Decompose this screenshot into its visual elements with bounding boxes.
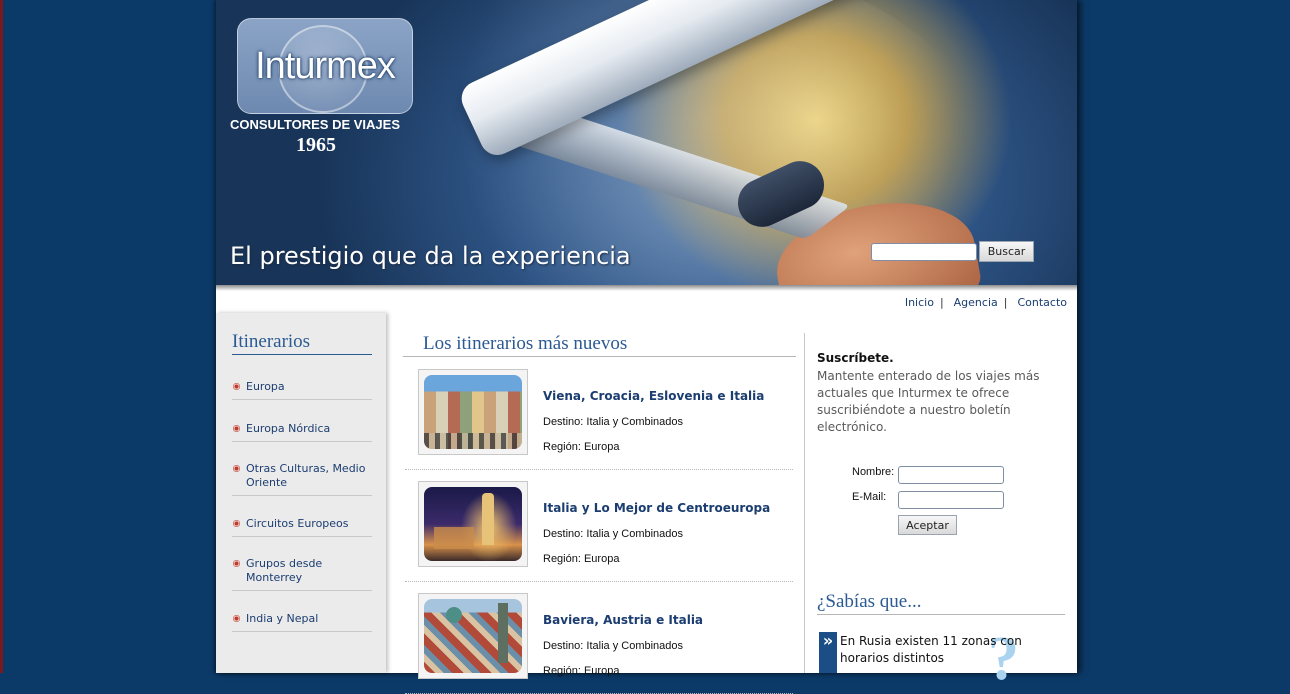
- trip-card: Baviera, Austria e Italia Destino: Itali…: [405, 593, 793, 694]
- colorful-townhouses-photo: [424, 375, 522, 449]
- trip-destination: Destino: Italia y Combinados: [543, 416, 684, 428]
- sidebar-item-label: Grupos desde Monterrey: [246, 557, 323, 584]
- trip-thumbnail[interactable]: [418, 481, 528, 567]
- slogan: El prestigio que da la experiencia: [230, 242, 631, 270]
- trip-destination: Destino: Italia y Combinados: [543, 640, 684, 652]
- column-divider: [804, 333, 805, 673]
- sidebar-item-label: Europa Nórdica: [246, 422, 331, 435]
- trip-region: Región: Europa: [543, 665, 620, 677]
- night-city-photo: [424, 487, 522, 561]
- sidebar-item-label: India y Nepal: [246, 612, 319, 625]
- accept-button[interactable]: Aceptar: [898, 515, 957, 535]
- trip-title-link[interactable]: Viena, Croacia, Eslovenia e Italia: [543, 389, 764, 403]
- name-field[interactable]: [898, 466, 1004, 484]
- email-field[interactable]: [898, 491, 1004, 509]
- sidebar-item-label: Circuitos Europeos: [246, 517, 349, 530]
- sidebar-item-europa[interactable]: Europa: [232, 380, 372, 400]
- nav-link-agencia[interactable]: Agencia: [954, 296, 998, 309]
- nav-separator: |: [939, 296, 944, 309]
- nav-link-inicio[interactable]: Inicio: [905, 296, 934, 309]
- sidebar-title: Itinerarios: [232, 331, 372, 355]
- bullet-icon: [233, 560, 240, 567]
- sidebar-item-label: Otras Culturas, Medio Oriente: [246, 462, 366, 489]
- main-title: Los itinerarios más nuevos: [403, 333, 796, 357]
- nav-link-contacto[interactable]: Contacto: [1017, 296, 1067, 309]
- header-banner: Inturmex CONSULTORES DE VIAJES 1965 El p…: [216, 0, 1077, 285]
- sidebar: Itinerarios Europa Europa Nórdica Otras …: [216, 313, 386, 673]
- sidebar-item-otras-culturas[interactable]: Otras Culturas, Medio Oriente: [232, 462, 372, 496]
- trip-region: Región: Europa: [543, 441, 620, 453]
- trip-thumbnail[interactable]: [418, 369, 528, 455]
- trip-region: Región: Europa: [543, 553, 620, 565]
- trip-card: Italia y Lo Mejor de Centroeuropa Destin…: [405, 481, 793, 582]
- window-left-edge: [0, 0, 3, 673]
- logo[interactable]: Inturmex: [237, 18, 413, 114]
- trip-title-link[interactable]: Italia y Lo Mejor de Centroeuropa: [543, 501, 770, 515]
- bullet-icon: [233, 615, 240, 622]
- search-button[interactable]: Buscar: [979, 241, 1034, 262]
- double-chevron-icon: »: [819, 632, 837, 673]
- subscribe-heading: Suscríbete.: [817, 351, 894, 365]
- bullet-icon: [233, 425, 240, 432]
- trip-destination: Destino: Italia y Combinados: [543, 528, 684, 540]
- search-input[interactable]: [871, 243, 977, 261]
- sidebar-item-europa-nordica[interactable]: Europa Nórdica: [232, 422, 372, 442]
- sidebar-item-circuitos-europeos[interactable]: Circuitos Europeos: [232, 517, 372, 537]
- logo-name: Inturmex: [255, 45, 396, 87]
- trip-thumbnail[interactable]: [418, 593, 528, 679]
- email-label: E-Mail:: [852, 491, 887, 503]
- page-container: Inturmex CONSULTORES DE VIAJES 1965 El p…: [216, 0, 1077, 694]
- bullet-icon: [233, 465, 240, 472]
- subscribe-text: Mantente enterado de los viajes más actu…: [817, 369, 1040, 434]
- top-nav: Inicio | Agencia | Contacto: [905, 296, 1067, 309]
- name-label: Nombre:: [852, 466, 895, 478]
- sidebar-item-india-nepal[interactable]: India y Nepal: [232, 612, 372, 632]
- old-town-rooftops-photo: [424, 599, 522, 673]
- trip-card: Viena, Croacia, Eslovenia e Italia Desti…: [405, 369, 793, 470]
- bullet-icon: [233, 383, 240, 390]
- trip-title-link[interactable]: Baviera, Austria e Italia: [543, 613, 703, 627]
- logo-year: 1965: [296, 134, 336, 156]
- nav-separator: |: [1003, 296, 1008, 309]
- did-you-know-title: ¿Sabías que...: [817, 591, 1065, 615]
- logo-subtitle: CONSULTORES DE VIAJES: [230, 117, 400, 132]
- did-you-know-fact: En Rusia existen 11 zonas con horarios d…: [840, 634, 1022, 665]
- banner-shadow: [216, 285, 1077, 291]
- sidebar-item-grupos-monterrey[interactable]: Grupos desde Monterrey: [232, 557, 372, 591]
- sidebar-item-label: Europa: [246, 380, 285, 393]
- bullet-icon: [233, 520, 240, 527]
